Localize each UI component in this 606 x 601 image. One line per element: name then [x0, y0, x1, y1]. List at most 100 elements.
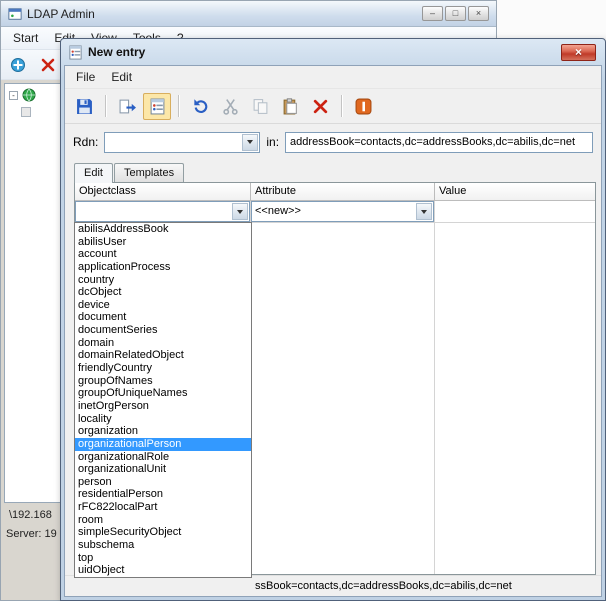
dropdown-item[interactable]: groupOfNames [75, 375, 251, 388]
objectclass-dropdown-list: abilisAddressBookabilisUseraccountapplic… [74, 222, 252, 578]
grid-body-column-value [435, 223, 595, 574]
save-button[interactable] [70, 93, 98, 120]
dropdown-item[interactable]: subschema [75, 539, 251, 552]
dialog-title: New entry [88, 45, 145, 59]
paste-button[interactable] [276, 93, 304, 120]
cut-scissors-icon [222, 98, 239, 115]
dropdown-item[interactable]: country [75, 274, 251, 287]
paste-clipboard-icon [282, 98, 299, 115]
dropdown-item[interactable]: locality [75, 413, 251, 426]
export-button[interactable] [113, 93, 141, 120]
dropdown-item[interactable]: abilisAddressBook [75, 223, 251, 236]
new-entry-button[interactable] [143, 93, 171, 120]
tab-edit[interactable]: Edit [74, 163, 113, 183]
dlg-menubar: FileEdit [65, 66, 601, 88]
dropdown-item[interactable]: document [75, 311, 251, 324]
close-button[interactable]: × [468, 6, 489, 21]
dropdown-item[interactable]: uidObject [75, 564, 251, 577]
delete-x-icon [312, 98, 329, 115]
rdn-input[interactable] [106, 134, 241, 151]
dropdown-item[interactable]: abilisUser [75, 236, 251, 249]
minimize-button[interactable]: – [422, 6, 443, 21]
column-header-value[interactable]: Value [435, 183, 595, 201]
dropdown-item[interactable]: inetOrgPerson [75, 400, 251, 413]
rdn-combo-dropdown-button[interactable] [242, 134, 258, 151]
exit-button[interactable] [349, 93, 377, 120]
bg-window-controls: –□× [422, 6, 489, 21]
value-cell[interactable] [435, 201, 595, 223]
statusbar-text: ssBook=contacts,dc=addressBooks,dc=abili… [255, 580, 512, 592]
copy-button[interactable] [246, 93, 274, 120]
rdn-combobox[interactable] [104, 132, 260, 153]
dropdown-item[interactable]: organization [75, 425, 251, 438]
grid-body-column-attribute [251, 223, 435, 574]
copy-icon [252, 98, 269, 115]
dropdown-item[interactable]: rFC822localPart [75, 501, 251, 514]
bg-statusbar-text: Server: 19 [6, 528, 57, 540]
objectclass-combo-dropdown-button[interactable] [232, 203, 248, 220]
in-field[interactable] [285, 132, 593, 153]
exit-icon [355, 98, 372, 115]
tab-templates[interactable]: Templates [114, 163, 184, 182]
dialog-menu-edit[interactable]: Edit [103, 67, 140, 87]
connection-label: \192.168 [9, 509, 52, 521]
undo-icon [192, 98, 209, 115]
dropdown-item[interactable]: organizationalRole [75, 451, 251, 464]
new-entry-icon [149, 98, 166, 115]
dropdown-item[interactable]: residentialPerson [75, 488, 251, 501]
dropdown-item[interactable]: groupOfUniqueNames [75, 387, 251, 400]
dropdown-item[interactable]: friendlyCountry [75, 362, 251, 375]
export-icon [119, 98, 136, 115]
in-label: in: [266, 135, 279, 149]
cut-button[interactable] [216, 93, 244, 120]
undo-button[interactable] [186, 93, 214, 120]
rdn-label: Rdn: [73, 135, 98, 149]
maximize-button[interactable]: □ [445, 6, 466, 21]
rdn-row: Rdn: in: [65, 124, 601, 160]
dropdown-item[interactable]: room [75, 514, 251, 527]
dialog-titlebar: New entry × [61, 39, 605, 65]
dropdown-item[interactable]: organizationalUnit [75, 463, 251, 476]
tree-expander-icon[interactable]: - [9, 91, 18, 100]
folder-icon [21, 107, 31, 117]
delete-button[interactable] [306, 93, 334, 120]
new-entry-dialog-icon [68, 45, 83, 60]
objectclass-combobox[interactable] [75, 201, 250, 222]
dropdown-item[interactable]: domainRelatedObject [75, 349, 251, 362]
attribute-cell: <<new>> [251, 201, 435, 223]
connect-icon [10, 57, 26, 73]
dropdown-item[interactable]: simpleSecurityObject [75, 526, 251, 539]
tabstrip: EditTemplates [65, 160, 601, 182]
dropdown-item[interactable]: organizationalPerson [75, 438, 251, 451]
save-icon [76, 98, 93, 115]
toolbar-separator [341, 95, 342, 117]
column-header-attribute[interactable]: Attribute [251, 183, 435, 201]
toolbar-separator [178, 95, 179, 117]
dropdown-item[interactable]: domain [75, 337, 251, 350]
connect-button[interactable] [7, 54, 29, 76]
close-button[interactable]: × [561, 44, 596, 61]
dialog-statusbar: ssBook=contacts,dc=addressBooks,dc=abili… [65, 575, 601, 596]
dropdown-item[interactable]: person [75, 476, 251, 489]
attribute-combobox[interactable]: <<new>> [251, 201, 434, 222]
bg-titlebar: LDAP Admin –□× [1, 1, 496, 27]
dropdown-item[interactable]: documentSeries [75, 324, 251, 337]
dropdown-item[interactable]: account [75, 248, 251, 261]
dialog-toolbar [65, 88, 601, 124]
objectclass-combo-input[interactable] [77, 203, 231, 220]
chevron-down-icon [237, 210, 243, 214]
objectclass-cell [75, 201, 251, 223]
bg-menu-start[interactable]: Start [5, 28, 46, 48]
column-header-objectclass[interactable]: Objectclass [75, 183, 251, 201]
dropdown-item[interactable]: dcObject [75, 286, 251, 299]
dropdown-item[interactable]: top [75, 552, 251, 565]
dropdown-item[interactable]: device [75, 299, 251, 312]
attribute-combo-dropdown-button[interactable] [416, 203, 432, 220]
screen: LDAP Admin –□× StartEditViewTools? - \19… [0, 0, 606, 601]
dropdown-item[interactable]: applicationProcess [75, 261, 251, 274]
exit-x-icon [40, 57, 56, 73]
chevron-down-icon [421, 210, 427, 214]
attribute-combo-value: <<new>> [255, 205, 413, 217]
dialog-menu-file[interactable]: File [68, 67, 103, 87]
exit-button[interactable] [37, 54, 59, 76]
